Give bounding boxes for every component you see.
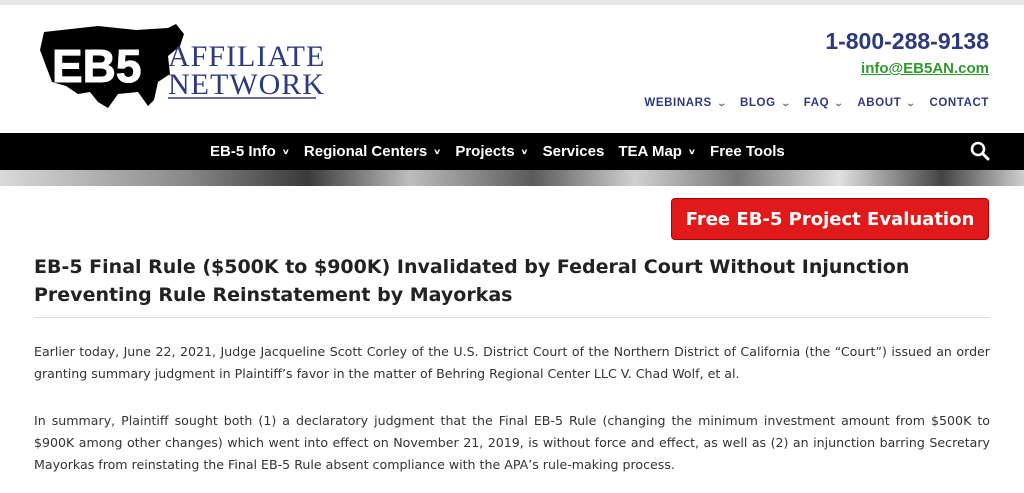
main-nav-label: Free Tools [710, 143, 785, 160]
main-nav-label: TEA Map [618, 143, 682, 160]
main-nav-regional-centers[interactable]: Regional Centers ∨ [304, 143, 441, 160]
top-nav: WEBINARS ⌄ BLOG ⌄ FAQ ⌄ ABOUT ⌄ CONTACT [644, 97, 989, 109]
main-nav-free-tools[interactable]: Free Tools [710, 143, 785, 160]
logo-word-network: NETWORK [168, 68, 325, 101]
chevron-down-icon: ∨ [520, 147, 529, 157]
top-nav-contact[interactable]: CONTACT [929, 97, 989, 109]
main-nav-label: Services [542, 143, 605, 160]
article-paragraph: In summary, Plaintiff sought both (1) a … [34, 413, 990, 472]
eb5-affiliate-network-logo[interactable]: EB5 AFFILIATE NETWORK [38, 22, 328, 114]
main-nav-label: Regional Centers [303, 143, 428, 160]
chevron-down-icon: ⌄ [716, 97, 728, 108]
chevron-down-icon: ∨ [687, 147, 697, 157]
top-nav-label: BLOG [740, 97, 776, 109]
top-nav-webinars[interactable]: WEBINARS ⌄ [644, 97, 726, 109]
main-nav-label: Projects [455, 143, 515, 160]
top-nav-about[interactable]: ABOUT ⌄ [857, 97, 915, 109]
main-nav-services[interactable]: Services [543, 143, 605, 160]
main-nav-tea-map[interactable]: TEA Map ∨ [618, 143, 696, 160]
chevron-down-icon: ∨ [281, 147, 290, 157]
email-link[interactable]: info@EB5AN.com [861, 60, 989, 77]
article-title: EB-5 Final Rule ($500K to $900K) Invalid… [34, 256, 910, 306]
top-border [0, 0, 1024, 5]
chevron-down-icon: ⌄ [780, 97, 792, 108]
main-nav-projects[interactable]: Projects ∨ [455, 143, 528, 160]
header-banner-image [0, 170, 1024, 186]
divider [34, 317, 990, 318]
main-nav: EB-5 Info ∨ Regional Centers ∨ Projects ∨ S… [0, 133, 1024, 170]
chevron-down-icon: ⌄ [906, 97, 917, 108]
top-nav-label: CONTACT [929, 97, 989, 109]
search-icon[interactable] [970, 141, 990, 161]
free-evaluation-button[interactable]: Free EB-5 Project Evaluation [671, 198, 989, 240]
phone-number[interactable]: 1-800-288-9138 [825, 28, 989, 55]
top-nav-label: ABOUT [857, 97, 902, 109]
main-nav-eb5-info[interactable]: EB-5 Info ∨ [210, 143, 290, 160]
top-nav-label: FAQ [803, 97, 830, 109]
top-nav-label: WEBINARS [644, 97, 712, 109]
chevron-down-icon: ⌄ [834, 97, 845, 108]
article-paragraph: Earlier today, June 22, 2021, Judge Jacq… [34, 344, 990, 381]
main-nav-label: EB-5 Info [210, 143, 276, 160]
top-nav-blog[interactable]: BLOG ⌄ [740, 97, 790, 109]
logo-mark: EB5 [52, 40, 141, 92]
top-nav-faq[interactable]: FAQ ⌄ [804, 97, 844, 109]
chevron-down-icon: ∨ [433, 147, 442, 157]
